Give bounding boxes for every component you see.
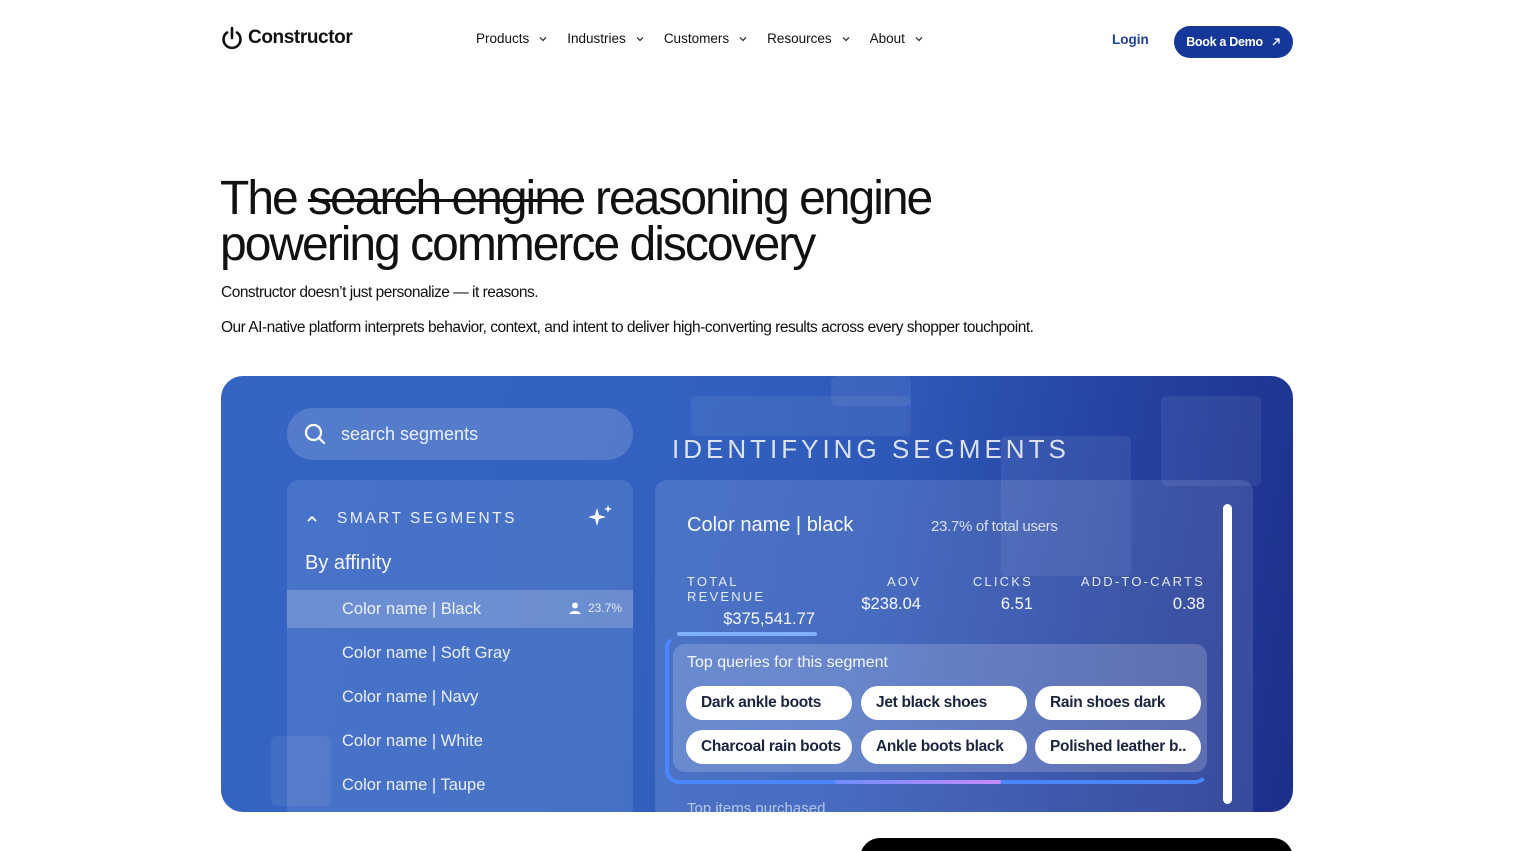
metric-total-revenue: TOTAL REVENUE $375,541.77 <box>687 574 815 629</box>
arrow-up-right-icon <box>1272 38 1280 46</box>
menu-item-resources[interactable]: Resources <box>767 31 870 46</box>
chevron-up-icon <box>307 515 317 522</box>
segment-detail-title: Color name | black <box>687 514 854 536</box>
chevron-down-icon <box>539 36 547 41</box>
metric-value: $238.04 <box>861 595 921 613</box>
chevron-down-icon <box>636 36 644 41</box>
main-menu: Products Industries Customers Resources … <box>476 31 943 46</box>
segment-detail-share: 23.7% of total users <box>931 518 1058 535</box>
metric-label: ADD-TO-CARTS <box>1080 574 1205 589</box>
chevron-down-icon <box>842 36 850 41</box>
segment-label: Color name | Navy <box>342 687 479 706</box>
hero-headline: The search engine reasoning engine power… <box>220 172 933 271</box>
smart-segments-panel: SMART SEGMENTS By affinity Color name | … <box>287 480 633 812</box>
query-chip[interactable]: Polished leather b.. <box>1035 730 1201 764</box>
menu-item-industries[interactable]: Industries <box>567 31 664 46</box>
smart-segments-toggle[interactable]: SMART SEGMENTS <box>305 510 517 528</box>
metric-value: $375,541.77 <box>723 610 815 628</box>
hero-subtitle-2: Our AI-native platform interprets behavi… <box>221 319 1034 336</box>
search-icon <box>304 423 326 445</box>
query-chip[interactable]: Dark ankle boots <box>686 686 852 720</box>
segment-row-taupe[interactable]: Color name | Taupe <box>287 766 633 804</box>
by-affinity-heading: By affinity <box>305 552 392 574</box>
metric-label: AOV <box>886 574 921 589</box>
queries-highlight-glow <box>677 632 817 636</box>
headline-line-2: powering commerce discovery <box>220 218 816 271</box>
top-items-heading: Top items purchased <box>687 800 826 812</box>
search-segments-input[interactable]: search segments <box>287 408 633 460</box>
metric-aov: AOV $238.04 <box>851 574 921 614</box>
menu-item-customers[interactable]: Customers <box>664 31 767 46</box>
search-placeholder: search segments <box>341 423 479 444</box>
query-chip[interactable]: Charcoal rain boots <box>686 730 852 764</box>
segment-row-white[interactable]: Color name | White <box>287 722 633 760</box>
user-icon <box>569 602 581 614</box>
brand-name: Constructor <box>248 27 353 48</box>
segment-share-value: 23.7% <box>587 601 622 615</box>
segment-detail-panel: Color name | black 23.7% of total users … <box>655 480 1253 812</box>
sparkle-icon <box>585 502 615 532</box>
top-nav: Constructor Products Industries Customer… <box>0 0 1514 82</box>
segment-label: Color name | Taupe <box>342 775 486 794</box>
segment-row-soft-gray[interactable]: Color name | Soft Gray <box>287 634 633 672</box>
metric-add-to-carts: ADD-TO-CARTS 0.38 <box>1073 574 1205 614</box>
identifying-segments-title: IDENTIFYING SEGMENTS <box>672 434 1070 464</box>
menu-item-label: About <box>869 31 905 46</box>
menu-item-products[interactable]: Products <box>476 31 567 46</box>
power-icon <box>221 26 243 50</box>
segment-label: Color name | Soft Gray <box>342 643 511 662</box>
query-chip[interactable]: Jet black shoes <box>861 686 1027 720</box>
segment-label: Color name | White <box>342 731 483 750</box>
metric-clicks: CLICKS 6.51 <box>955 574 1033 614</box>
metric-label: TOTAL REVENUE <box>687 574 766 604</box>
menu-item-about[interactable]: About <box>870 31 943 46</box>
book-demo-label: Book a Demo <box>1186 35 1263 49</box>
background-blur-shape <box>1161 396 1261 486</box>
queries-highlight-glow <box>835 780 1001 784</box>
query-chip[interactable]: Ankle boots black <box>861 730 1027 764</box>
metric-label: CLICKS <box>972 574 1033 589</box>
headline-struck-text: search engine <box>308 172 586 225</box>
segment-share: 23.7% <box>568 601 622 615</box>
book-demo-button[interactable]: Book a Demo <box>1174 26 1293 58</box>
login-link[interactable]: Login <box>1112 32 1149 47</box>
top-queries-card: Top queries for this segment Dark ankle … <box>673 644 1207 772</box>
metric-value: 0.38 <box>1172 595 1205 613</box>
hero-product-visual: search segments IDENTIFYING SEGMENTS SMA… <box>221 376 1293 812</box>
metric-value: 6.51 <box>1000 595 1033 613</box>
detail-scrollbar[interactable] <box>1223 504 1232 804</box>
top-queries-title: Top queries for this segment <box>687 654 888 671</box>
smart-segments-label: SMART SEGMENTS <box>337 510 517 527</box>
hero-subtitle-1: Constructor doesn’t just personalize — i… <box>221 284 539 301</box>
bottom-cta-bar[interactable] <box>860 838 1293 851</box>
chevron-down-icon <box>915 36 923 41</box>
menu-item-label: Industries <box>567 31 626 46</box>
query-chip[interactable]: Rain shoes dark <box>1035 686 1201 720</box>
menu-item-label: Products <box>476 31 530 46</box>
segment-label: Color name | Black <box>342 599 482 618</box>
menu-item-label: Resources <box>767 31 832 46</box>
background-blur-shape <box>831 376 911 406</box>
segment-row-black[interactable]: Color name | Black 23.7% <box>287 590 633 628</box>
segment-row-navy[interactable]: Color name | Navy <box>287 678 633 716</box>
menu-item-label: Customers <box>663 31 730 46</box>
brand-logo[interactable]: Constructor <box>221 26 353 50</box>
chevron-down-icon <box>739 36 747 41</box>
